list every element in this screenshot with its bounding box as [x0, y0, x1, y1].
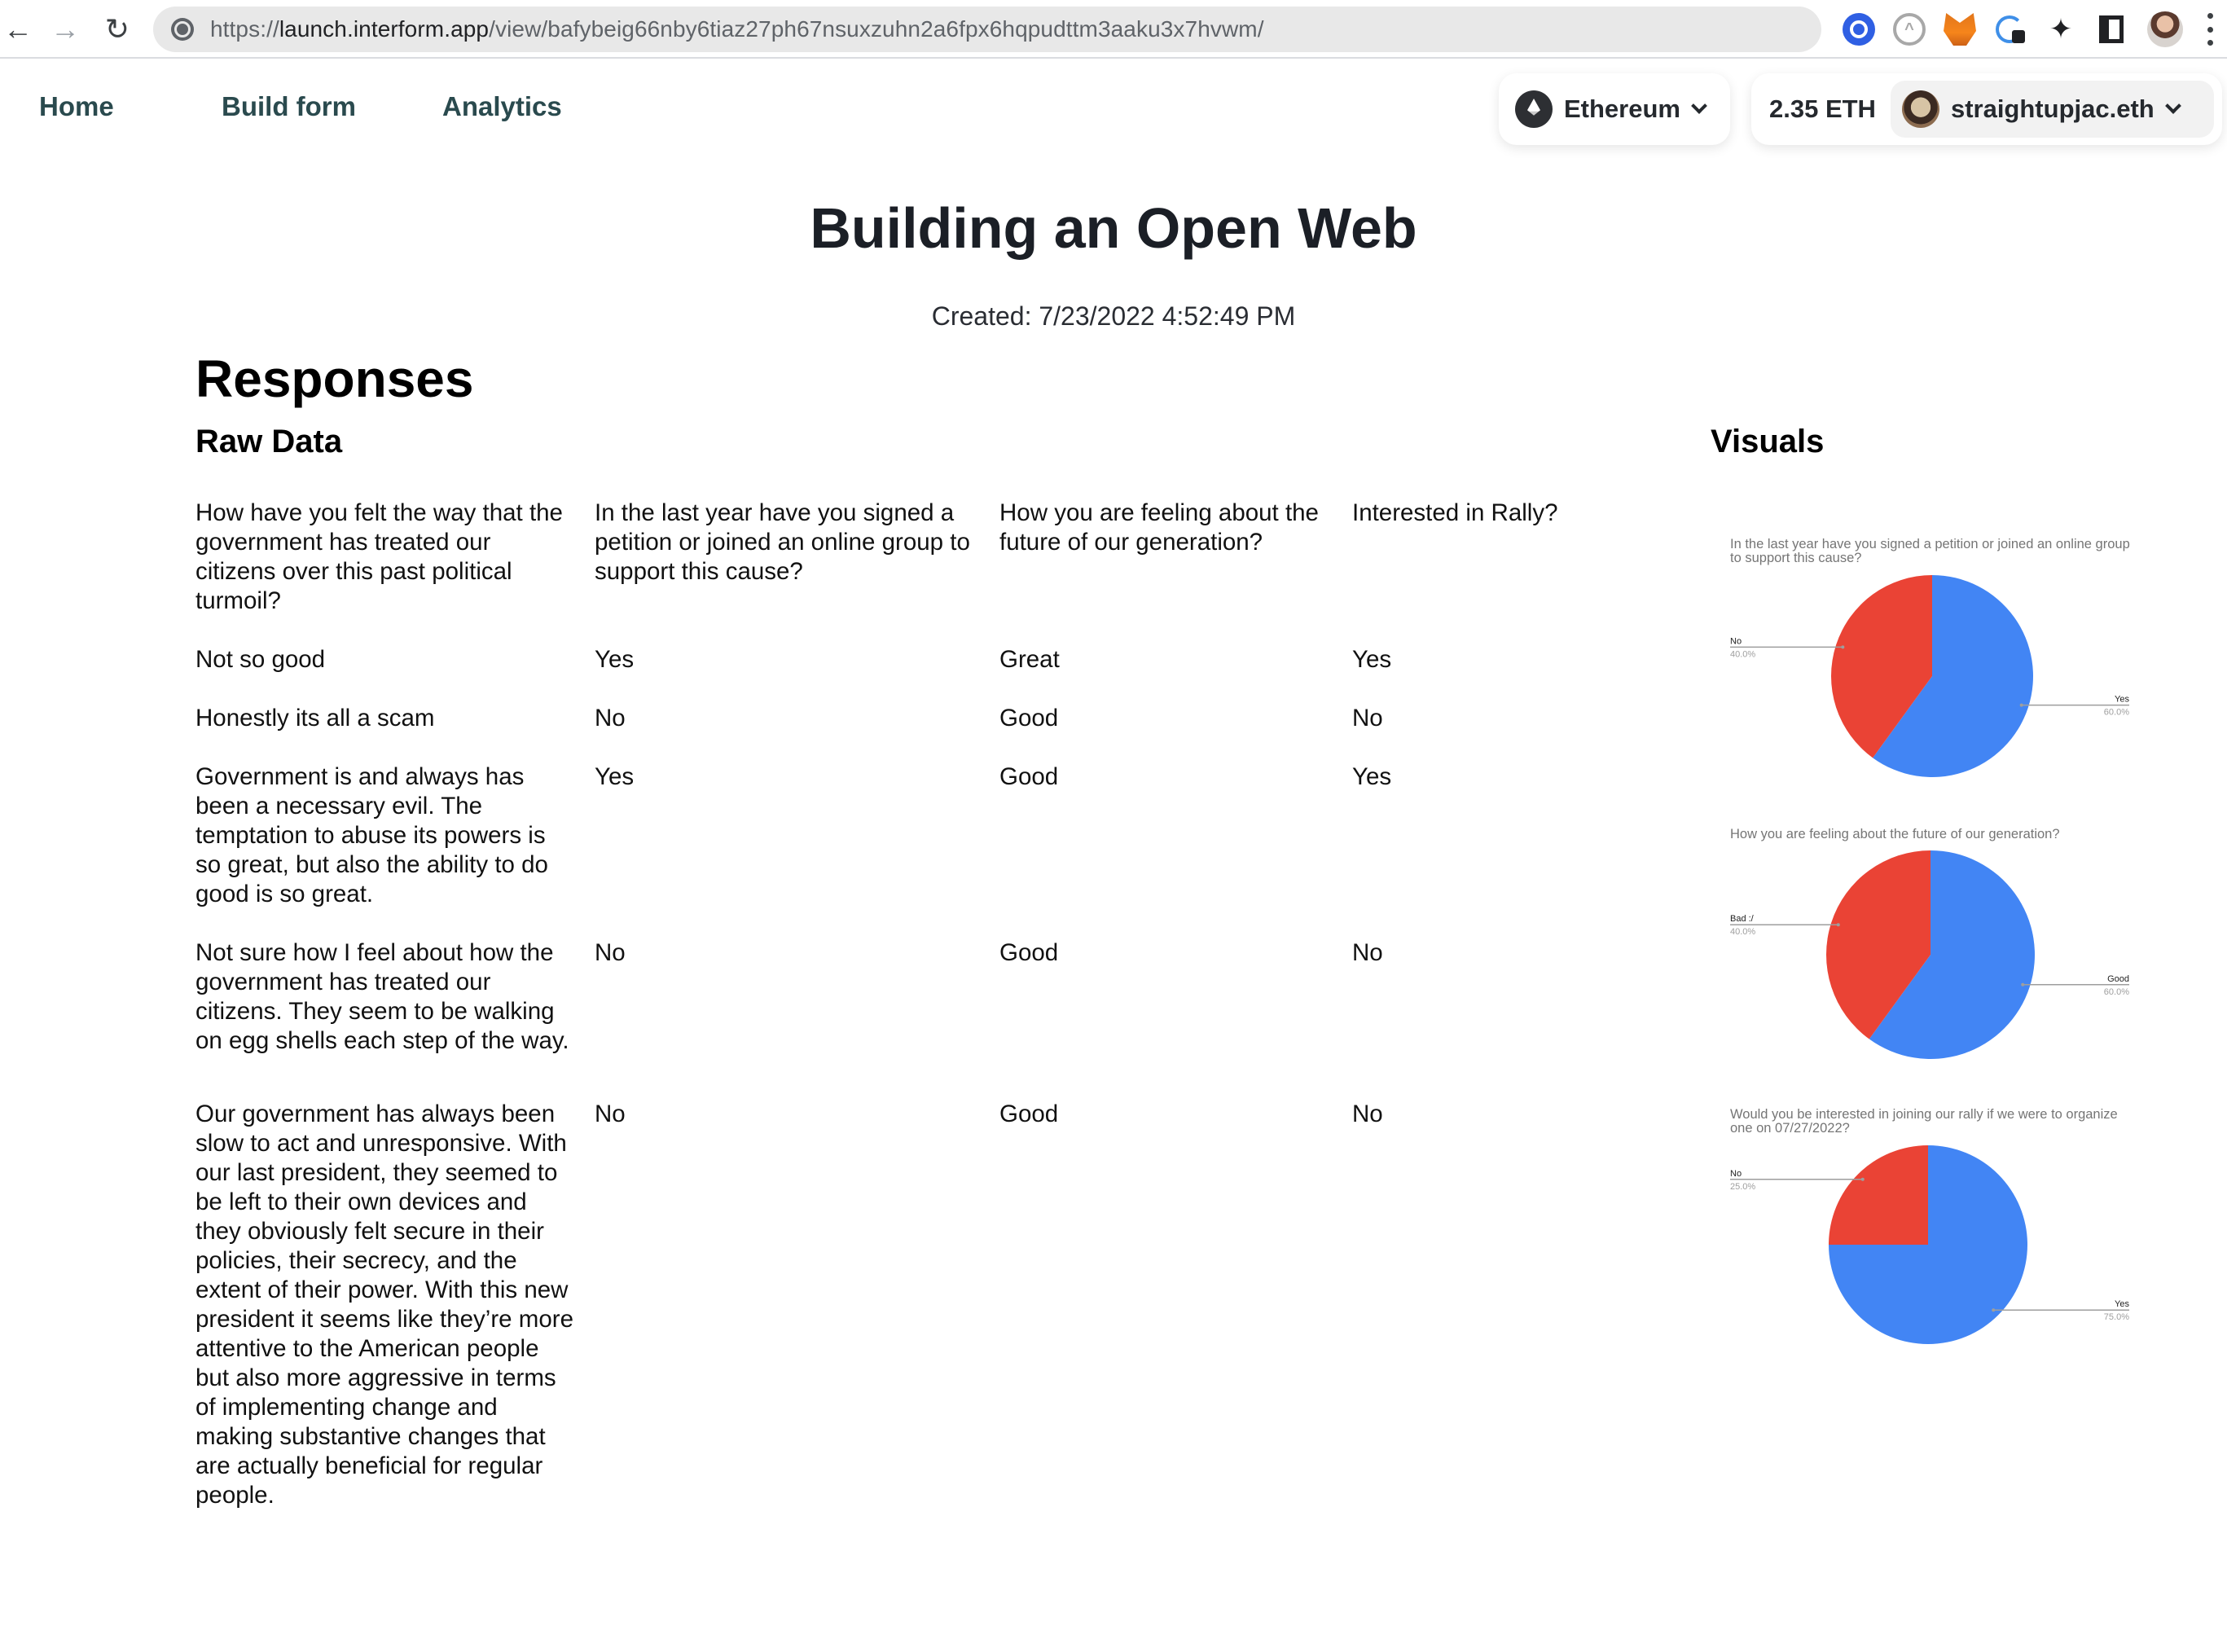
pie-chart-svg: Good 60.0% Bad :/ 40.0% — [1730, 850, 2129, 1059]
chain-selector-button[interactable]: Ethereum — [1499, 73, 1730, 145]
metamask-fox-icon[interactable] — [1944, 13, 1976, 46]
password-lock-icon[interactable] — [1996, 15, 2025, 43]
pie-chart-rally: Would you be interested in joining our r… — [1711, 1108, 2167, 1352]
column-header: How you are feeling about the future of … — [999, 499, 1319, 556]
wallet-widget: 2.35 ETH straightupjac.eth — [1751, 73, 2222, 145]
column-header: In the last year have you signed a petit… — [595, 499, 970, 585]
kebab-menu-icon[interactable] — [2204, 13, 2216, 46]
url-scheme: https:// — [210, 16, 279, 42]
pie-slice-no — [1829, 1145, 1928, 1245]
account-avatar — [1901, 90, 1939, 128]
slice-percent-label: 75.0% — [2104, 1312, 2129, 1322]
pie-chart-svg: Yes 60.0% No 40.0% — [1730, 575, 2129, 777]
url-path: /view/bafybeig66nby6tiaz27ph67nsuxzuhn2a… — [489, 16, 1264, 42]
table-cell: Yes — [595, 646, 635, 673]
table-cell: No — [595, 1101, 626, 1127]
table-cell: No — [595, 939, 626, 966]
raw-data-heading: Raw Data — [195, 424, 343, 459]
leader-dot — [1841, 645, 1845, 649]
forward-button[interactable]: → — [47, 11, 83, 47]
responses-heading: Responses — [195, 349, 474, 408]
slice-label: No — [1730, 636, 1742, 646]
chain-name: Ethereum — [1564, 94, 1680, 123]
table-row: Our government has always been slow to a… — [195, 1100, 1645, 1540]
table-cell: Good — [999, 939, 1059, 966]
created-timestamp: Created: 7/23/2022 4:52:49 PM — [931, 301, 1296, 331]
raw-data-table: How have you felt the way that the gover… — [195, 499, 1645, 1540]
profile-avatar[interactable] — [2147, 11, 2183, 47]
table-cell: Not so good — [195, 646, 326, 673]
table-cell: No — [1352, 939, 1383, 966]
chevron-down-icon — [1691, 98, 1707, 114]
side-panel-button[interactable] — [2095, 13, 2128, 46]
table-cell: Good — [999, 763, 1059, 790]
side-panel-icon — [2099, 15, 2124, 43]
table-cell: Yes — [595, 763, 635, 790]
page-title: Building an Open Web — [810, 196, 1417, 260]
table-cell: No — [1352, 705, 1383, 732]
table-header-row: How have you felt the way that the gover… — [195, 499, 1645, 645]
table-cell: Good — [999, 1101, 1059, 1127]
gray-a-extension-icon[interactable]: ^ — [1893, 13, 1926, 46]
visuals-heading: Visuals — [1711, 424, 1825, 459]
leader-dot — [1992, 1308, 1996, 1312]
table-cell: No — [595, 705, 626, 732]
table-row: Honestly its all a scam No Good No — [195, 704, 1645, 762]
slice-label: Bad :/ — [1730, 914, 1755, 924]
table-cell: Yes — [1352, 646, 1392, 673]
slice-percent-label: 40.0% — [1730, 927, 1755, 937]
eth-balance: 2.35 ETH — [1769, 94, 1876, 123]
url-host: launch.interform.app — [279, 16, 490, 42]
table-cell: Government is and always has been a nece… — [195, 763, 548, 907]
chevron-down-icon — [2164, 98, 2181, 114]
slice-label: Yes — [2115, 1299, 2129, 1309]
table-cell: No — [1352, 1101, 1383, 1127]
ethereum-icon — [1515, 90, 1553, 128]
nav-home-link[interactable]: Home — [39, 91, 114, 122]
table-row: Government is and always has been a nece… — [195, 762, 1645, 938]
slice-label: Yes — [2115, 695, 2129, 705]
arrow-left-icon: ← — [3, 12, 33, 46]
browser-toolbar: ← → ↻ https://launch.interform.app/view/… — [0, 0, 2227, 59]
column-header: Interested in Rally? — [1352, 499, 1558, 526]
pie-chart-petition: In the last year have you signed a petit… — [1711, 538, 2167, 782]
reload-button[interactable]: ↻ — [99, 11, 135, 47]
leader-dot — [2021, 982, 2025, 986]
table-cell: Good — [999, 705, 1059, 732]
column-header: How have you felt the way that the gover… — [195, 499, 563, 614]
reload-icon: ↻ — [104, 12, 130, 46]
nav-build-form-link[interactable]: Build form — [222, 91, 356, 122]
address-bar[interactable]: https://launch.interform.app/view/bafybe… — [153, 7, 1821, 52]
leader-dot — [2019, 703, 2023, 707]
blue-extension-icon[interactable] — [1843, 13, 1875, 46]
table-cell: Yes — [1352, 763, 1392, 790]
url-text[interactable]: https://launch.interform.app/view/bafybe… — [210, 16, 1264, 42]
site-info-icon[interactable] — [171, 18, 194, 41]
table-cell: Not sure how I feel about how the govern… — [195, 939, 569, 1054]
slice-percent-label: 60.0% — [2104, 987, 2129, 997]
slice-percent-label: 40.0% — [1730, 649, 1755, 659]
table-cell: Our government has always been slow to a… — [195, 1101, 573, 1509]
account-name: straightupjac.eth — [1950, 94, 2155, 123]
table-row: Not so good Yes Great Yes — [195, 645, 1645, 704]
slice-label: Good — [2107, 974, 2129, 984]
slice-percent-label: 60.0% — [2104, 708, 2129, 718]
account-button[interactable]: straightupjac.eth — [1890, 81, 2214, 138]
table-cell: Honestly its all a scam — [195, 705, 435, 732]
slice-percent-label: 25.0% — [1730, 1182, 1755, 1192]
table-row: Not sure how I feel about how the govern… — [195, 938, 1645, 1100]
leader-dot — [1836, 923, 1840, 927]
slice-label: No — [1730, 1169, 1742, 1179]
back-button[interactable]: ← — [0, 11, 36, 47]
pie-chart-future: How you are feeling about the future of … — [1711, 828, 2167, 1072]
puzzle-extensions-icon[interactable]: ✦ — [2045, 13, 2077, 46]
table-cell: Great — [999, 646, 1060, 673]
nav-analytics-link[interactable]: Analytics — [442, 91, 562, 122]
arrow-right-icon: → — [51, 12, 80, 46]
pie-chart-svg: Yes 75.0% No 25.0% — [1730, 1145, 2129, 1344]
leader-dot — [1860, 1177, 1865, 1181]
